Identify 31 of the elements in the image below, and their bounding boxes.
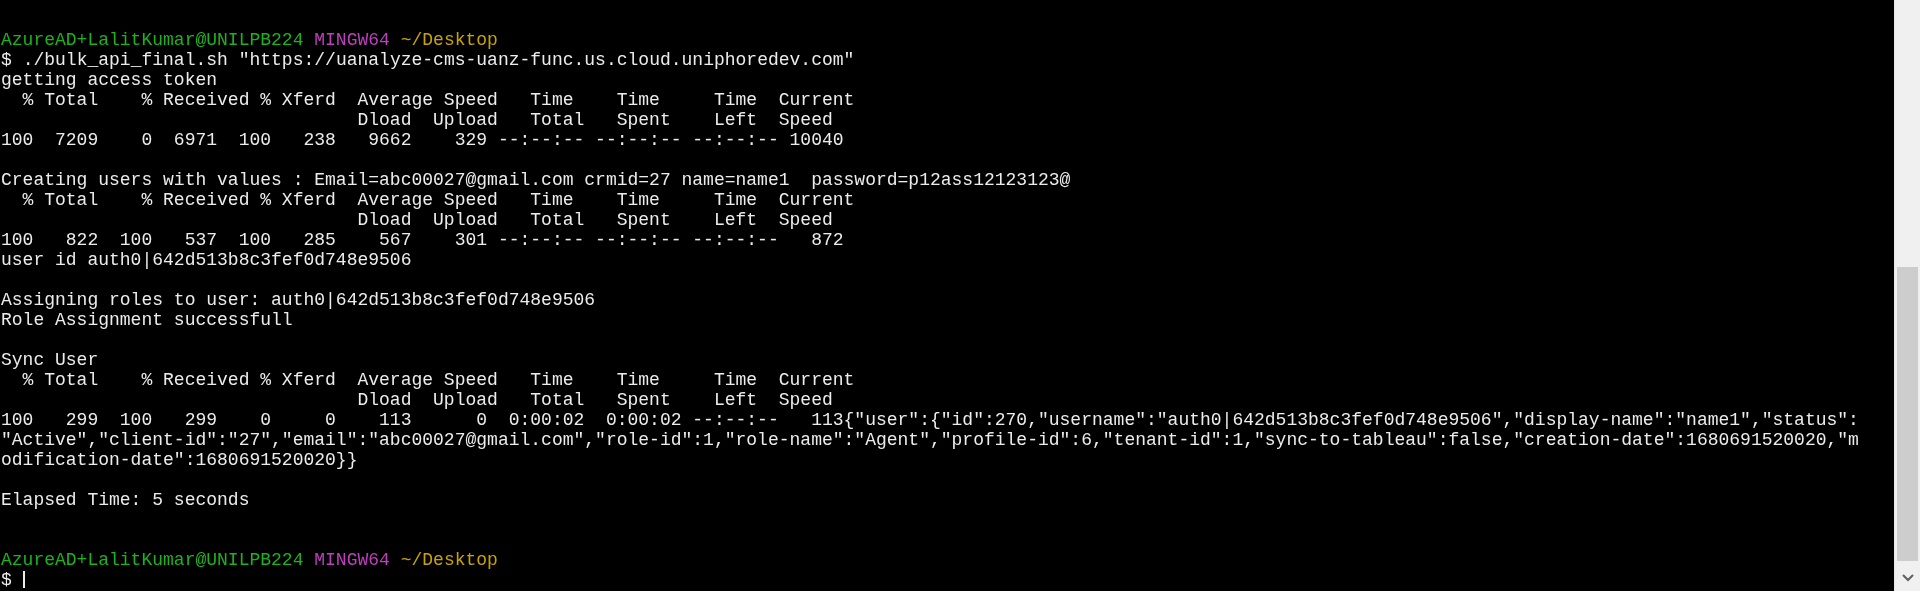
scrollbar-thumb[interactable] bbox=[1897, 267, 1918, 561]
output-line: Dload Upload Total Spent Left Speed bbox=[356, 110, 833, 130]
working-directory: ~/Desktop bbox=[400, 30, 498, 50]
output-line: "Active","client-id":"27","email":"abc00027@gmail.com","role-id":1,"role-name":"Agent","profile-id":6,"tenant-id":1,"sync-to-tableau":false,"creation-date":1680691520020,"m bbox=[1, 430, 1859, 450]
scrollbar[interactable] bbox=[1894, 0, 1920, 591]
output-line: Role Assignment successfull bbox=[1, 310, 293, 330]
command-text: ./bulk_api_final.sh "https://uanalyze-cms-uanz-func.us.cloud.uniphoredev.com" bbox=[22, 50, 855, 70]
output-line: Dload Upload Total Spent Left Speed bbox=[356, 390, 833, 410]
output-line: % Total % Received % Xferd Average Speed Time Time Time Current bbox=[21, 190, 855, 210]
prompt-symbol: $ bbox=[1, 50, 12, 70]
prompt-user-host: AzureAD+LalitKumar@UNILPB224 bbox=[1, 30, 304, 50]
output-line: Creating users with values : Email=abc00027@gmail.com crmid=27 name=name1 password=p12ass12123123@ bbox=[1, 170, 1071, 190]
prompt-user-host: AzureAD+LalitKumar@UNILPB224 bbox=[1, 550, 304, 570]
output-line: Sync User bbox=[1, 350, 99, 370]
working-directory: ~/Desktop bbox=[400, 550, 498, 570]
chevron-down-icon bbox=[1901, 574, 1914, 582]
output-line: Elapsed Time: 5 seconds bbox=[1, 490, 250, 510]
output-line: Dload Upload Total Spent Left Speed bbox=[356, 210, 833, 230]
shell-name: MINGW64 bbox=[314, 30, 390, 50]
output-line: user id auth0|642d513b8c3fef0d748e9506 bbox=[1, 250, 412, 270]
output-line: 100 299 100 299 0 0 113 0 0:00:02 0:00:02 --:--:-- 113{"user":{"id":270,"username":"auth0|642d513b8c3fef0d748e9506","display-name":"name1","status": bbox=[1, 410, 1859, 430]
text-cursor bbox=[22, 571, 25, 588]
output-line: % Total % Received % Xferd Average Speed Time Time Time Current bbox=[21, 90, 855, 110]
prompt-symbol: $ bbox=[1, 570, 12, 590]
output-line: 100 7209 0 6971 100 238 9662 329 --:--:-- --:--:-- --:--:-- 10040 bbox=[1, 130, 844, 150]
output-line: odification-date":1680691520020}} bbox=[1, 450, 358, 470]
output-line: getting access token bbox=[1, 70, 218, 90]
output-line: Assigning roles to user: auth0|642d513b8c3fef0d748e9506 bbox=[1, 290, 596, 310]
shell-name: MINGW64 bbox=[314, 550, 390, 570]
output-line: % Total % Received % Xferd Average Speed Time Time Time Current bbox=[21, 370, 855, 390]
output-line: 100 822 100 537 100 285 567 301 --:--:-- --:--:-- --:--:-- 872 bbox=[1, 230, 844, 250]
